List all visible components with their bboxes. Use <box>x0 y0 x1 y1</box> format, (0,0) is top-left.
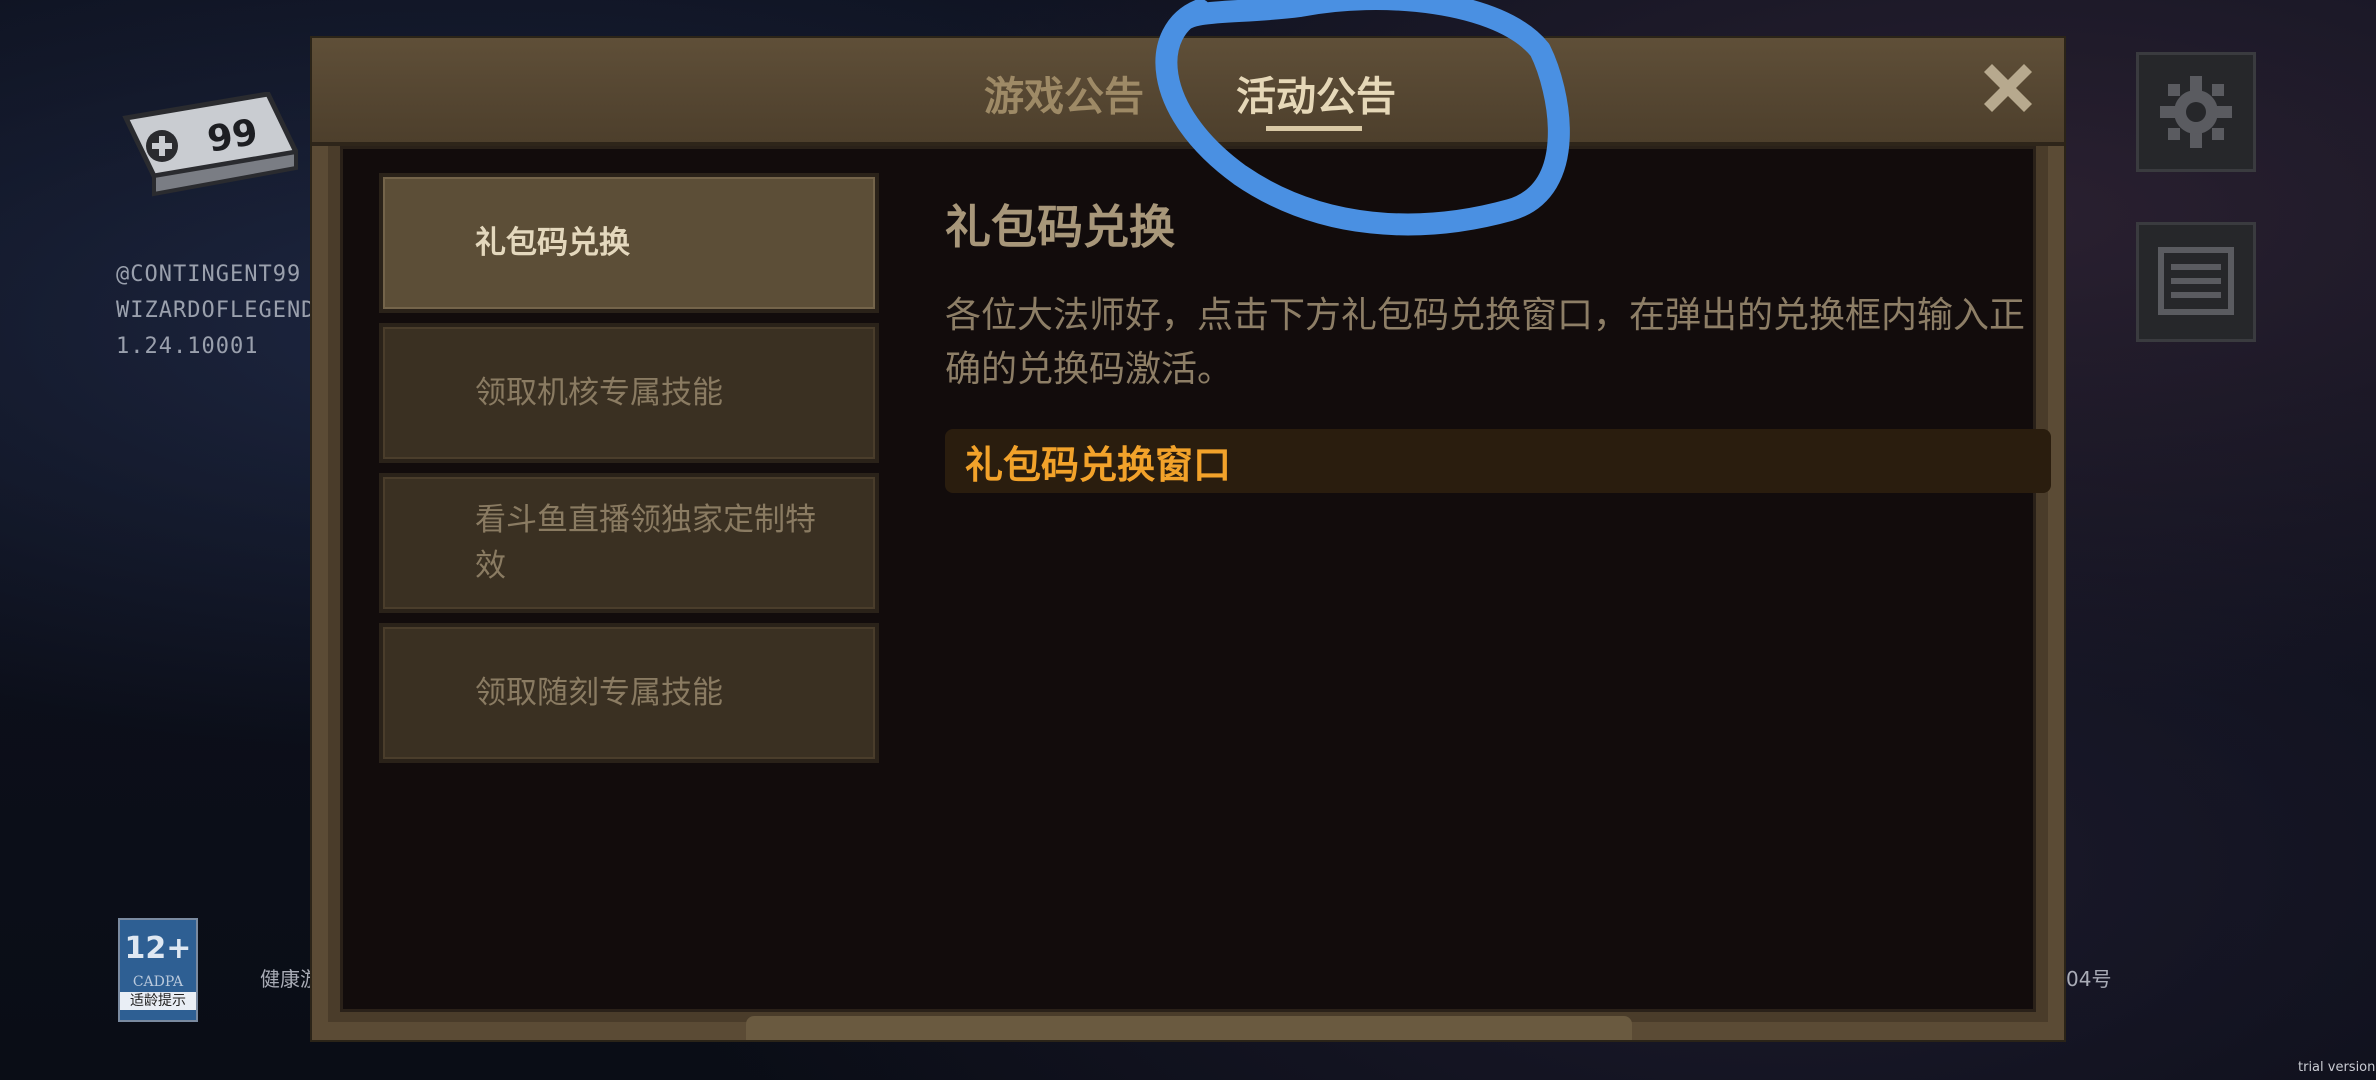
list-icon <box>2158 247 2234 315</box>
controller-count: 99 <box>204 112 260 161</box>
menu-item-label: 领取随刻专属技能 <box>475 675 723 711</box>
version-label: 1.24.10001 <box>116 334 259 359</box>
menu-item-suike-skill[interactable]: 领取随刻专属技能 <box>379 623 879 763</box>
close-button[interactable] <box>1976 56 2040 120</box>
gear-icon <box>2160 76 2232 148</box>
age-rating-org: CADPA <box>132 974 184 990</box>
license-number-text: 04号 <box>2066 967 2112 991</box>
age-rating-badge: 12+ CADPA 适龄提示 <box>118 918 198 1022</box>
health-notice-text: 健康游 <box>260 967 320 991</box>
menu-item-jihe-skill[interactable]: 领取机核专属技能 <box>379 323 879 463</box>
menu-item-label: 看斗鱼直播领独家定制特效 <box>475 502 816 584</box>
redeem-window-label: 礼包码兑换窗口 <box>965 442 1232 487</box>
list-button[interactable] <box>2136 222 2256 342</box>
trial-version-label: trial version <box>2298 1060 2376 1075</box>
dialog-body: 礼包码兑换 领取机核专属技能 看斗鱼直播领独家定制特效 领取随刻专属技能 礼包码… <box>328 146 2051 1022</box>
content-body: 各位大法师好，点击下方礼包码兑换窗口，在弹出的兑换框内输入正确的兑换码激活。 <box>945 295 2026 390</box>
active-tab-indicator <box>1266 126 1362 131</box>
dialog-bottom-tab <box>746 1016 1632 1040</box>
menu-item-label: 礼包码兑换 <box>475 225 630 261</box>
redeem-window-link[interactable]: 礼包码兑换窗口 <box>945 429 2051 493</box>
dialog-content-area: 礼包码兑换 领取机核专属技能 看斗鱼直播领独家定制特效 领取随刻专属技能 礼包码… <box>340 146 2051 1012</box>
game-title-line: WIZARDOFLEGEND <box>116 298 316 323</box>
age-rating-tip: 适龄提示 <box>120 992 196 1010</box>
menu-item-label: 领取机核专属技能 <box>475 375 723 411</box>
settings-button[interactable] <box>2136 52 2256 172</box>
content-title: 礼包码兑换 <box>945 200 1175 254</box>
credit-line: @CONTINGENT99 <box>116 262 302 287</box>
dialog-header: 游戏公告 活动公告 <box>312 38 2064 146</box>
controller-icon: 99 <box>122 91 300 197</box>
announcement-dialog: 游戏公告 活动公告 礼包码兑换 领取机核专属技能 看斗鱼直播领独家定制特效 领取… <box>312 38 2064 1040</box>
age-rating-number: 12+ <box>124 931 192 966</box>
menu-item-douyu-effect[interactable]: 看斗鱼直播领独家定制特效 <box>379 473 879 613</box>
controller-badge: 99 <box>118 91 300 210</box>
tab-event-notice[interactable]: 活动公告 <box>1236 64 1396 122</box>
tab-game-notice[interactable]: 游戏公告 <box>984 64 1144 122</box>
menu-item-gift-code[interactable]: 礼包码兑换 <box>379 173 879 313</box>
close-icon <box>1984 64 2032 112</box>
